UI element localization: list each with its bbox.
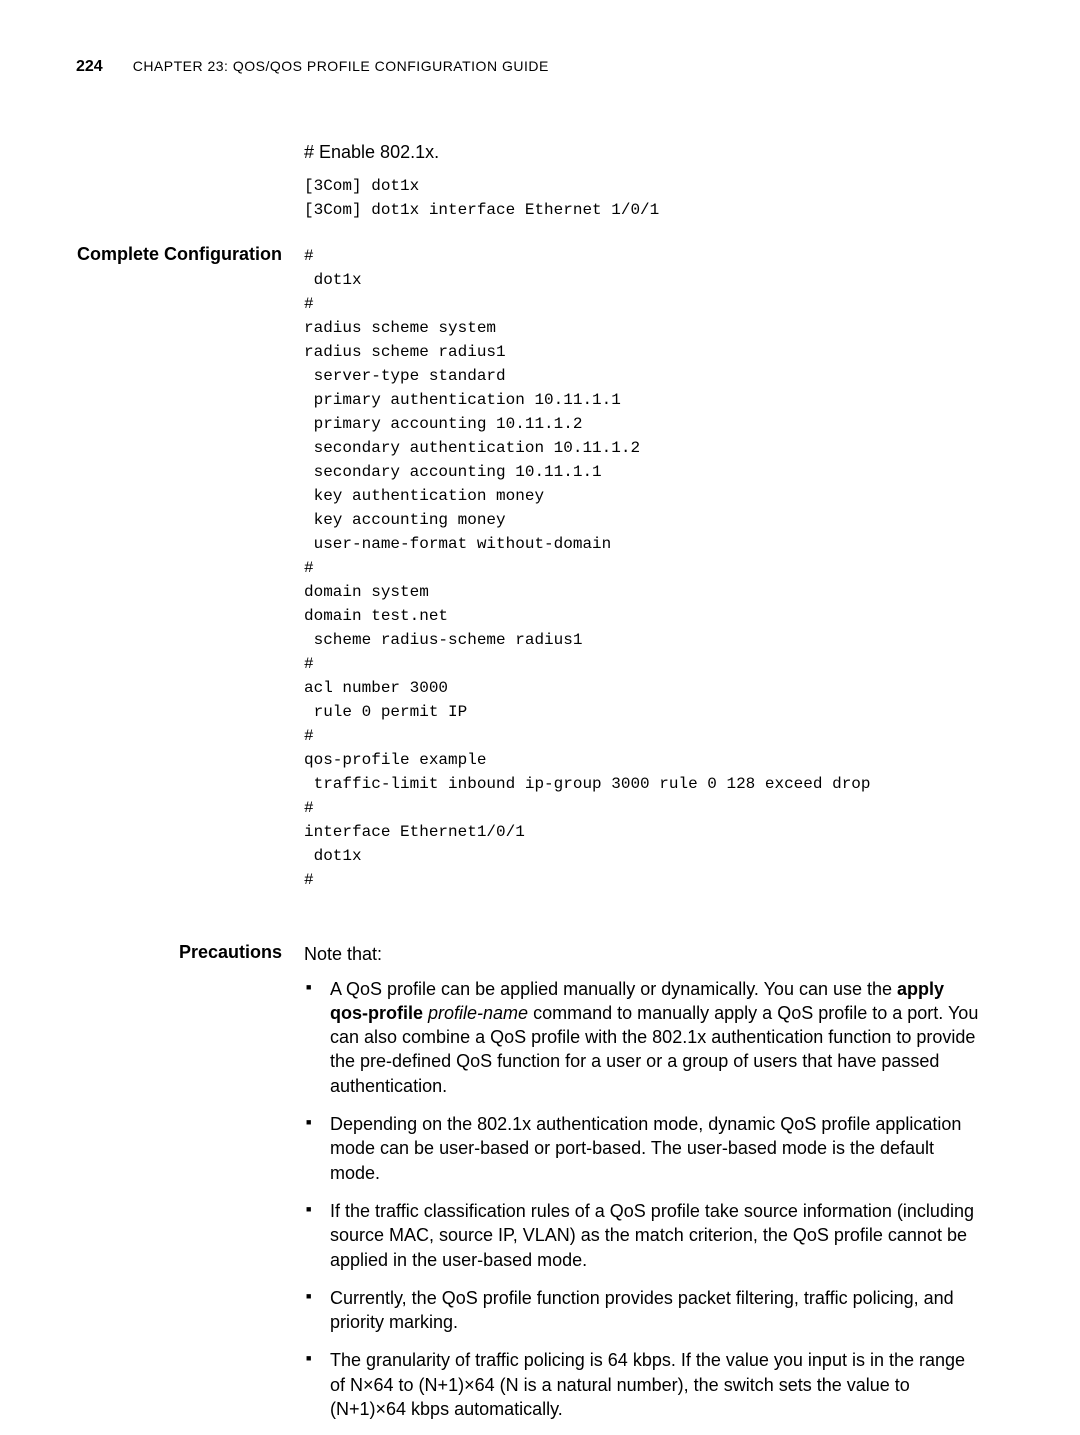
- precautions-section: Precautions Note that: A QoS profile can…: [76, 942, 984, 1435]
- chapter-title: CHAPTER 23: QOS/QOS PROFILE CONFIGURATIO…: [133, 58, 549, 74]
- page-header: 224 CHAPTER 23: QOS/QOS PROFILE CONFIGUR…: [76, 58, 984, 76]
- complete-config-label: Complete Configuration: [77, 244, 282, 264]
- list-item: If the traffic classification rules of a…: [304, 1199, 984, 1272]
- complete-config-section: Complete Configuration # dot1x # radius …: [76, 244, 984, 914]
- list-item: The granularity of traffic policing is 6…: [304, 1348, 984, 1421]
- page-number: 224: [76, 58, 103, 76]
- precautions-label: Precautions: [179, 942, 282, 962]
- complete-config-code: # dot1x # radius scheme system radius sc…: [304, 244, 984, 892]
- bullet-text: If the traffic classification rules of a…: [330, 1201, 974, 1270]
- enable-code: [3Com] dot1x [3Com] dot1x interface Ethe…: [304, 174, 984, 222]
- intro-section: # Enable 802.1x. [3Com] dot1x [3Com] dot…: [76, 140, 984, 244]
- bullet-text-italic: profile-name: [428, 1003, 528, 1023]
- precautions-list: A QoS profile can be applied manually or…: [304, 977, 984, 1422]
- enable-step-text: # Enable 802.1x.: [304, 140, 984, 164]
- list-item: Depending on the 802.1x authentication m…: [304, 1112, 984, 1185]
- bullet-text-pre: A QoS profile can be applied manually or…: [330, 979, 897, 999]
- bullet-text: Depending on the 802.1x authentication m…: [330, 1114, 961, 1183]
- precautions-intro: Note that:: [304, 942, 984, 966]
- bullet-text: Currently, the QoS profile function prov…: [330, 1288, 954, 1332]
- list-item: A QoS profile can be applied manually or…: [304, 977, 984, 1098]
- list-item: Currently, the QoS profile function prov…: [304, 1286, 984, 1335]
- bullet-text: The granularity of traffic policing is 6…: [330, 1350, 965, 1419]
